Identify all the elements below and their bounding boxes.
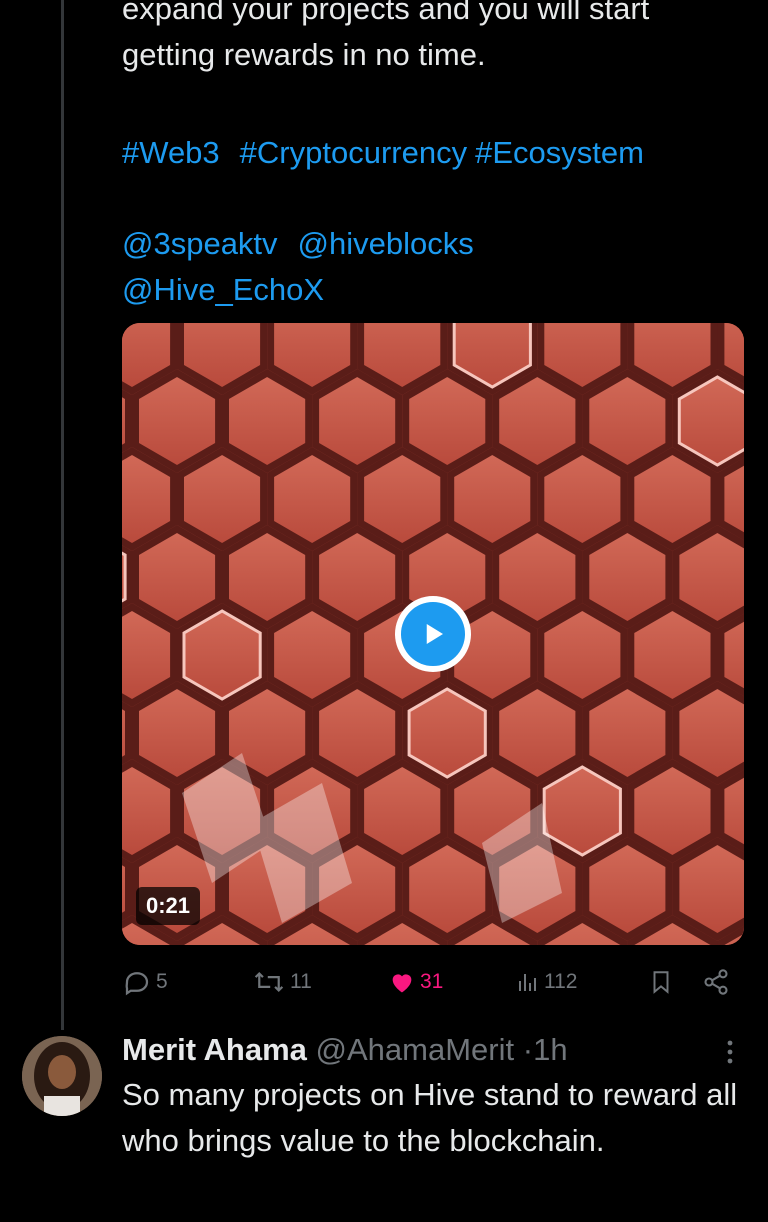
reply-icon	[125, 972, 149, 996]
tweet-text-line: getting rewards in no time.	[122, 37, 486, 72]
tweet-text: expand your projects and you will start …	[122, 0, 752, 78]
hashtag-link[interactable]: #Cryptocurrency	[240, 135, 467, 170]
hexagon-tile	[312, 368, 403, 474]
hexagon-tile	[627, 758, 718, 864]
avatar[interactable]	[22, 1036, 102, 1116]
hexagon-tile	[447, 446, 538, 552]
hexagon-tile	[402, 368, 493, 474]
hexagon-tile	[132, 524, 223, 630]
hexagon-tile	[402, 836, 493, 942]
hexagon-tile	[132, 368, 223, 474]
hexagon-tile	[267, 446, 358, 552]
play-icon	[426, 624, 443, 644]
like-button[interactable]: 31	[388, 962, 443, 1002]
hexagon-tile	[402, 680, 493, 786]
more-vertical-icon	[727, 1040, 733, 1064]
hexagon-tile	[672, 680, 744, 786]
hexagon-tile	[672, 836, 744, 942]
hexagon-tile	[627, 602, 718, 708]
user-handle[interactable]: @AhamaMerit	[316, 1032, 515, 1067]
hexagon-tile	[312, 524, 403, 630]
hexagon-tile	[177, 602, 268, 708]
hashtag-link[interactable]: #Web3	[122, 135, 220, 170]
hexagon-tile	[582, 524, 673, 630]
hexagon-tile	[492, 368, 583, 474]
bookmark-icon	[653, 971, 669, 994]
reply-text: So many projects on Hive stand to reward…	[122, 1077, 738, 1158]
repost-icon	[254, 971, 284, 993]
reply-header: Merit Ahama @AhamaMerit ·1h	[122, 1030, 568, 1070]
like-count: 31	[420, 970, 444, 993]
hexagon-tile	[357, 446, 448, 552]
analytics-icon	[519, 974, 536, 991]
share-button[interactable]	[702, 962, 730, 1002]
repost-button[interactable]: 11	[252, 962, 312, 1002]
more-options-button[interactable]	[720, 1038, 740, 1068]
mention-link[interactable]: @Hive_EchoX	[122, 272, 324, 307]
hexagon-tile	[177, 446, 268, 552]
separator: ·	[522, 1032, 534, 1067]
timestamp[interactable]: 1h	[533, 1032, 567, 1067]
heart-icon	[392, 974, 412, 993]
hexagon-tile	[582, 680, 673, 786]
hexagon-tile	[222, 524, 313, 630]
repost-count: 11	[290, 970, 312, 993]
hexagon-tile	[537, 602, 628, 708]
hexagon-tile	[267, 602, 358, 708]
bookmark-button[interactable]	[648, 962, 674, 1002]
view-count: 112	[544, 970, 578, 993]
play-button[interactable]	[395, 596, 471, 672]
hexagon-tile	[537, 446, 628, 552]
hexagon-tile	[582, 836, 673, 942]
video-duration: 0:21	[136, 887, 201, 925]
hexagon-tile	[627, 446, 718, 552]
hexagon-tile	[672, 524, 744, 630]
thread-line	[61, 0, 64, 1030]
mention-list: @3speaktv @hiveblocks @Hive_EchoX	[122, 221, 494, 313]
hexagon-tile	[222, 368, 313, 474]
reply-button[interactable]: 5	[122, 962, 168, 1002]
hexagon-tile	[132, 680, 223, 786]
reply-count: 5	[156, 970, 168, 993]
tweet-text-line: expand your projects and you will start	[122, 0, 650, 26]
display-name[interactable]: Merit Ahama	[122, 1032, 307, 1067]
views-button[interactable]: 112	[516, 962, 577, 1002]
hexagon-tile	[582, 368, 673, 474]
profile-photo	[22, 1036, 102, 1116]
video-player[interactable]: 0:21	[122, 323, 744, 945]
share-icon	[704, 969, 728, 995]
hexagon-tile	[537, 758, 628, 864]
hexagon-tile	[312, 680, 403, 786]
mention-link[interactable]: @hiveblocks	[298, 226, 474, 261]
hexagon-tile	[492, 524, 583, 630]
hexagon-tile	[357, 758, 448, 864]
hexagon-tile	[492, 680, 583, 786]
tweet-actions: 5 11 31 112	[122, 962, 744, 1002]
hashtag-link[interactable]: #Ecosystem	[475, 135, 644, 170]
mention-link[interactable]: @3speaktv	[122, 226, 278, 261]
hashtag-list: #Web3 #Cryptocurrency #Ecosystem	[122, 130, 644, 176]
